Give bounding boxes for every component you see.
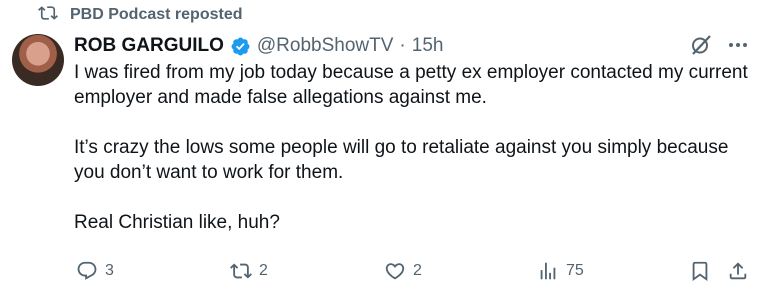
views-chart-icon: [540, 262, 556, 280]
grok-icon[interactable]: [689, 33, 713, 57]
more-options-icon[interactable]: [726, 33, 750, 57]
repost-icon: [38, 3, 58, 28]
like-count: 2: [413, 262, 422, 279]
reply-button[interactable]: 3: [76, 258, 114, 284]
share-button[interactable]: [727, 258, 749, 284]
avatar[interactable]: [12, 34, 64, 86]
view-count: 75: [566, 262, 584, 279]
tweet-text: I was fired from my job today because a …: [74, 60, 754, 235]
verified-badge-icon[interactable]: [230, 36, 251, 57]
bookmark-button[interactable]: [689, 258, 711, 284]
tweet-card[interactable]: PBD Podcast reposted ROB GARGUILO @RobbS…: [0, 0, 769, 297]
tweet-header: ROB GARGUILO @RobbShowTV · 15h: [74, 32, 443, 60]
repost-label: PBD Podcast reposted: [70, 6, 243, 23]
like-button[interactable]: 2: [384, 258, 422, 284]
tweet-paragraph: It’s crazy the lows some people will go …: [74, 137, 729, 183]
repost-icon: [230, 263, 252, 279]
reply-count: 3: [105, 262, 114, 279]
repost-count: 2: [259, 262, 268, 279]
share-icon: [729, 262, 747, 280]
tweet-paragraph: I was fired from my job today because a …: [74, 62, 748, 108]
author-name[interactable]: ROB GARGUILO: [74, 35, 224, 57]
action-bar: 3 2 2 75: [0, 258, 769, 284]
views-button[interactable]: 75: [537, 258, 584, 284]
tweet-paragraph: Real Christian like, huh?: [74, 212, 280, 233]
heart-icon: [385, 263, 405, 280]
repost-context[interactable]: PBD Podcast reposted: [38, 4, 242, 26]
bookmark-icon: [692, 261, 708, 282]
repost-button[interactable]: 2: [230, 258, 268, 284]
reply-icon: [77, 261, 97, 280]
tweet-timestamp[interactable]: 15h: [412, 35, 444, 57]
author-handle[interactable]: @RobbShowTV: [257, 35, 394, 57]
dot-separator: ·: [399, 35, 406, 56]
